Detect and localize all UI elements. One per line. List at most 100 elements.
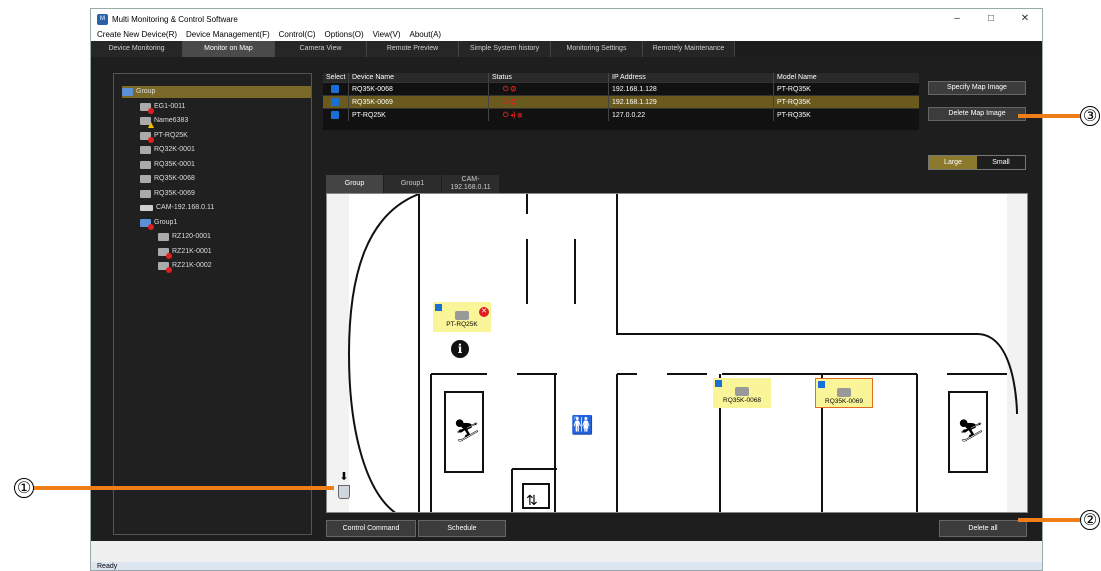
- projector-icon: [140, 189, 151, 198]
- table-row[interactable]: RQ35K-0068 ⏻ ⚙ 192.168.1.128 PT-RQ35K: [323, 82, 919, 95]
- device-label: RQ35K-0069: [825, 398, 863, 405]
- menu-create-new-device[interactable]: Create New Device(R): [97, 29, 177, 41]
- tab-monitoring-settings[interactable]: Monitoring Settings: [551, 41, 643, 57]
- size-toggle: Large Small: [928, 155, 1026, 170]
- floor-map[interactable]: ⛷ ⛷ 🚻 ⇅ PT-RQ25K ✕ i RQ35K-0068 RQ35K-00…: [326, 193, 1028, 513]
- map-tab-cam[interactable]: CAM- 192.168.0.11: [442, 175, 499, 193]
- map-device-rq35k-0069[interactable]: RQ35K-0069: [815, 378, 873, 408]
- info-icon[interactable]: i: [451, 340, 469, 358]
- control-command-button[interactable]: Control Command: [326, 520, 416, 537]
- tab-camera-view[interactable]: Camera View: [275, 41, 367, 57]
- tree-item[interactable]: PT-RQ25K: [140, 130, 188, 143]
- close-button[interactable]: ✕: [1008, 9, 1042, 29]
- col-model-name[interactable]: Model Name: [774, 73, 919, 82]
- device-name-cell: RQ35K-0068: [349, 83, 489, 95]
- projector-icon: [140, 102, 154, 114]
- device-checkbox[interactable]: [435, 304, 442, 311]
- tree-item[interactable]: RZ21K-0002: [158, 260, 212, 273]
- table-row[interactable]: PT-RQ25K ⏻ ◂) ⊗ 127.0.0.22 PT-RQ35K: [323, 108, 919, 121]
- projector-icon: [158, 233, 169, 241]
- tab-remotely-maintenance[interactable]: Remotely Maintenance: [643, 41, 735, 57]
- callout-1-line: [34, 486, 334, 490]
- projector-icon: [837, 388, 851, 397]
- tab-simple-system-history[interactable]: Simple System history: [459, 41, 551, 57]
- callout-1: ①: [14, 478, 34, 498]
- status-bar: Ready: [91, 562, 1042, 570]
- tree-item[interactable]: Group: [122, 86, 311, 98]
- col-select[interactable]: Select: [323, 73, 349, 82]
- folder-icon: [122, 88, 133, 96]
- tab-device-monitoring[interactable]: Device Monitoring: [91, 41, 183, 57]
- tree-item[interactable]: EG1-0011: [140, 101, 185, 114]
- tree-item[interactable]: RQ35K-0001: [140, 159, 195, 171]
- tree-item[interactable]: RZ21K-0001: [158, 246, 212, 259]
- projector-icon: [140, 146, 151, 154]
- callout-3-line: [1018, 114, 1080, 118]
- delete-map-image-button[interactable]: Delete Map Image: [928, 107, 1026, 121]
- col-status[interactable]: Status: [489, 73, 609, 82]
- tree-item[interactable]: Group1: [140, 217, 177, 230]
- window-title: Multi Monitoring & Control Software: [112, 14, 238, 24]
- projector-icon: [140, 175, 151, 183]
- error-icon: ✕: [479, 307, 489, 317]
- row-checkbox[interactable]: [323, 109, 349, 121]
- projector-icon: [158, 262, 172, 273]
- ip-cell: 127.0.0.22: [609, 109, 774, 121]
- floor-plan-drawing: ⛷ ⛷ 🚻 ⇅: [327, 194, 1027, 512]
- status-icons: ⏻ ◂) ⊗: [489, 109, 609, 121]
- main-tab-bar: Device Monitoring Monitor on Map Camera …: [91, 41, 1042, 57]
- callout-2: ②: [1080, 510, 1100, 530]
- menu-options[interactable]: Options(O): [325, 29, 364, 41]
- tree-item[interactable]: RQ35K-0068: [140, 173, 195, 185]
- device-tree[interactable]: Group EG1-0011 Name6383 PT-RQ25K RQ32K-0001 R…: [113, 73, 312, 535]
- table-row[interactable]: RQ35K-0069 ⏻ ⚙ 192.168.1.129 PT-RQ35K: [323, 95, 919, 108]
- svg-text:⛷: ⛷: [957, 419, 985, 444]
- tree-item[interactable]: RQ32K-0001: [140, 144, 195, 156]
- menu-device-management[interactable]: Device Management(F): [186, 29, 270, 41]
- map-device-rq35k-0068[interactable]: RQ35K-0068: [713, 378, 771, 408]
- map-tab-group1[interactable]: Group1: [384, 175, 441, 193]
- tree-item[interactable]: CAM-192.168.0.11: [140, 202, 214, 214]
- device-checkbox[interactable]: [715, 380, 722, 387]
- projector-icon: [735, 387, 749, 396]
- minimize-button[interactable]: –: [940, 9, 974, 29]
- menu-control[interactable]: Control(C): [279, 29, 316, 41]
- row-checkbox[interactable]: [323, 96, 349, 108]
- tree-item-label: CAM-192.168.0.11: [156, 204, 215, 211]
- device-checkbox[interactable]: [818, 381, 825, 388]
- tree-item-label: RQ32K-0001: [154, 146, 195, 153]
- tab-monitor-on-map[interactable]: Monitor on Map: [183, 41, 275, 57]
- tree-item-label: RZ21K-0001: [172, 247, 212, 255]
- folder-icon: [140, 218, 154, 230]
- svg-text:⇅: ⇅: [526, 493, 538, 509]
- tree-item[interactable]: RQ35K-0069: [140, 188, 195, 200]
- menu-view[interactable]: View(V): [373, 29, 401, 41]
- menu-about[interactable]: About(A): [410, 29, 442, 41]
- maximize-button[interactable]: □: [974, 9, 1008, 29]
- ip-cell: 192.168.1.128: [609, 83, 774, 95]
- map-tab-group[interactable]: Group: [326, 175, 383, 193]
- col-device-name[interactable]: Device Name: [349, 73, 489, 82]
- tree-item-label: RQ35K-0068: [154, 175, 195, 182]
- tree-item-label: RQ35K-0069: [154, 189, 195, 197]
- large-button[interactable]: Large: [929, 156, 977, 169]
- col-ip-address[interactable]: IP Address: [609, 73, 774, 82]
- map-device-pt-rq25k[interactable]: PT-RQ25K ✕: [433, 302, 491, 332]
- svg-text:⛷: ⛷: [453, 419, 481, 444]
- app-icon: M: [97, 13, 108, 25]
- delete-all-button[interactable]: Delete all: [939, 520, 1027, 537]
- trash-icon[interactable]: ⬇: [337, 472, 351, 502]
- schedule-button[interactable]: Schedule: [418, 520, 506, 537]
- projector-icon: [140, 131, 154, 143]
- specify-map-image-button[interactable]: Specify Map Image: [928, 81, 1026, 95]
- callout-3: ③: [1080, 106, 1100, 126]
- projector-icon: [455, 311, 469, 320]
- map-tabs: Group Group1 CAM- 192.168.0.11: [326, 175, 500, 193]
- title-bar: M Multi Monitoring & Control Software – …: [91, 9, 1042, 29]
- small-button[interactable]: Small: [977, 156, 1025, 169]
- tab-remote-preview[interactable]: Remote Preview: [367, 41, 459, 57]
- device-name-cell: RQ35K-0069: [349, 96, 489, 108]
- row-checkbox[interactable]: [323, 83, 349, 95]
- tree-item[interactable]: Name6383: [140, 115, 188, 128]
- tree-item[interactable]: RZ120-0001: [158, 231, 211, 243]
